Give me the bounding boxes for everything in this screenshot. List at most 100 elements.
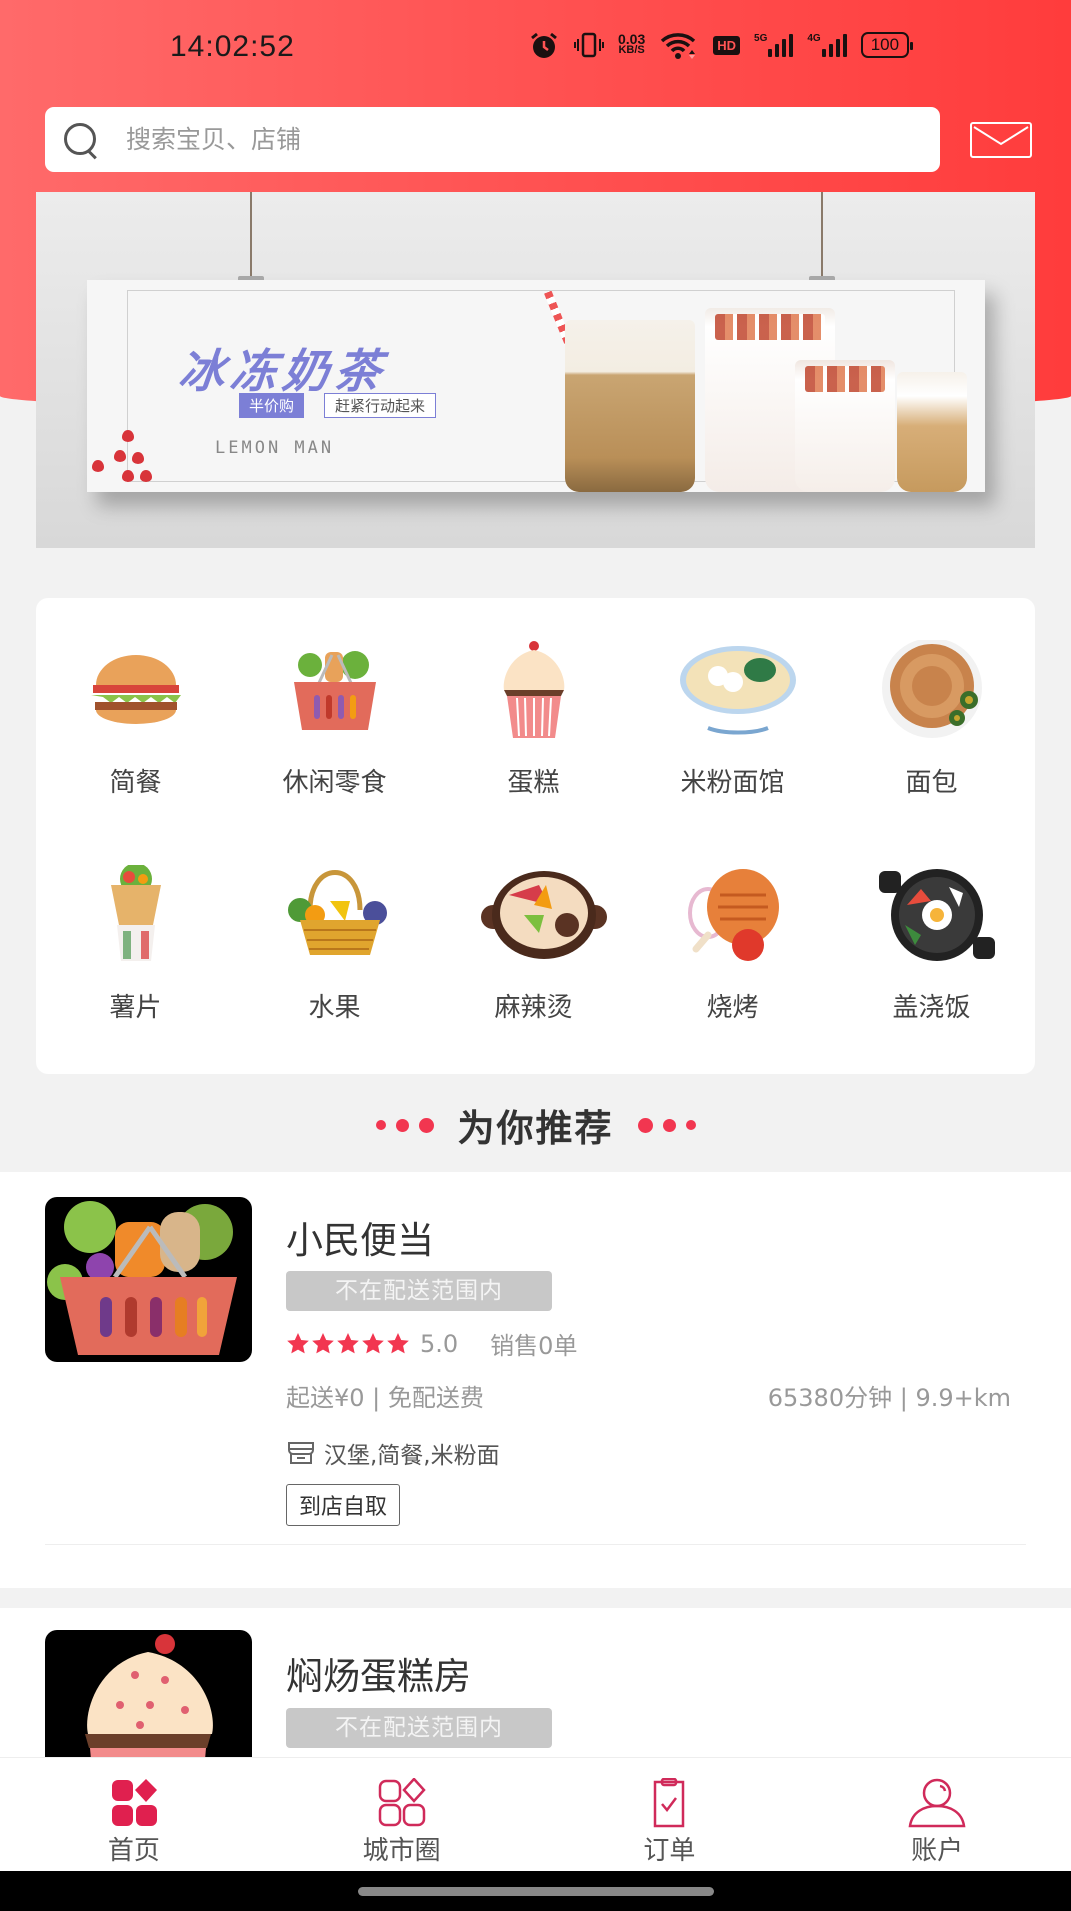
shop-rating: 5.0 销售0单	[286, 1326, 577, 1361]
promo-banner[interactable]: 冰冻奶茶 半价购 赶紧行动起来 LEMON MAN	[36, 192, 1035, 548]
home-screen: 14:02:52 0.03 KB/S HD 5G 4G 100 搜索宝贝、店铺 …	[0, 0, 1071, 1911]
shop-card[interactable]: 小民便当 不在配送范围内 5.0 销售0单 起送¥0 | 免配送费 65380分…	[0, 1172, 1071, 1588]
shop-cuisine: 汉堡,简餐,米粉面	[286, 1436, 500, 1470]
milk-tea-cup-image	[897, 372, 967, 492]
net-speed: 0.03 KB/S	[618, 31, 646, 56]
signal-4g-icon: 4G	[807, 33, 847, 57]
sales-count: 销售0单	[490, 1332, 578, 1360]
category-label: 烧烤	[706, 993, 759, 1023]
category-item[interactable]: 米粉面馆	[633, 640, 832, 799]
shop-thumbnail	[45, 1630, 252, 1760]
recommend-header: 为你推荐	[0, 1100, 1071, 1150]
rice-pan-icon	[877, 865, 995, 965]
category-item[interactable]: 薯片	[36, 863, 235, 1024]
home-grid-icon	[103, 1778, 165, 1828]
search-bar[interactable]	[45, 107, 940, 172]
banner-clip	[238, 192, 264, 286]
delivery-status-badge: 不在配送范围内	[286, 1271, 552, 1311]
tab-account[interactable]: 账户	[803, 1758, 1071, 1871]
category-label: 麻辣烫	[494, 993, 573, 1023]
bottom-tab-bar: 首页 城市圈 订单 账户	[0, 1757, 1071, 1871]
tab-orders[interactable]: 订单	[536, 1758, 804, 1871]
mail-icon[interactable]	[970, 122, 1032, 158]
category-label: 水果	[308, 993, 361, 1023]
search-icon	[61, 120, 101, 160]
delivery-fee-info: 起送¥0 | 免配送费	[286, 1384, 484, 1412]
star-icon	[362, 1332, 384, 1353]
tab-label: 订单	[643, 1836, 696, 1866]
dots-decoration	[375, 1117, 434, 1133]
status-time: 14:02:52	[170, 30, 295, 63]
banner-card: 冰冻奶茶 半价购 赶紧行动起来 LEMON MAN	[87, 280, 985, 492]
alarm-icon	[528, 30, 560, 60]
category-label: 面包	[905, 768, 958, 798]
hd-voice-icon: HD	[713, 35, 741, 55]
delivery-status-badge: 不在配送范围内	[286, 1708, 552, 1748]
tab-label: 城市圈	[362, 1836, 441, 1866]
status-bar: 14:02:52 0.03 KB/S HD 5G 4G 100	[0, 24, 1071, 74]
star-icon	[387, 1332, 409, 1353]
star-icon	[287, 1332, 309, 1353]
burger-icon	[81, 640, 191, 740]
milk-tea-cup-image	[565, 320, 695, 492]
category-label: 米粉面馆	[680, 768, 785, 798]
shop-thumbnail	[45, 1197, 252, 1362]
tab-label: 首页	[107, 1836, 160, 1866]
rating-score: 5.0	[420, 1329, 459, 1358]
shop-name: 小民便当	[286, 1219, 434, 1262]
category-item[interactable]: 蛋糕	[434, 640, 633, 799]
banner-subtitle: LEMON MAN	[215, 438, 335, 458]
banner-clip	[809, 192, 835, 286]
category-item[interactable]: 简餐	[36, 640, 235, 799]
category-label: 薯片	[109, 993, 162, 1023]
bbq-icon	[678, 865, 788, 965]
recommend-title: 为你推荐	[457, 1107, 614, 1150]
shop-name: 焖炀蛋糕房	[286, 1655, 471, 1698]
flatbread-icon	[877, 638, 987, 740]
eta-distance: 65380分钟 | 9.9+km	[767, 1384, 1011, 1412]
tab-home[interactable]: 首页	[0, 1758, 268, 1871]
category-item[interactable]: 麻辣烫	[434, 865, 633, 1024]
milk-tea-cup-image	[795, 360, 895, 492]
category-item[interactable]: 休闲零食	[235, 640, 434, 799]
dots-decoration	[637, 1117, 696, 1133]
status-icons: 0.03 KB/S HD 5G 4G 100	[528, 30, 914, 60]
fruit-basket-icon	[280, 865, 390, 965]
hotpot-icon	[479, 865, 607, 965]
wrap-icon	[81, 863, 191, 965]
star-icon	[337, 1332, 359, 1353]
category-item[interactable]: 烧烤	[633, 865, 832, 1024]
category-label: 休闲零食	[282, 768, 387, 798]
shop-card[interactable]: 焖炀蛋糕房 不在配送范围内	[0, 1608, 1071, 1760]
search-input[interactable]	[126, 125, 906, 154]
tab-label: 账户	[911, 1836, 964, 1866]
category-label: 蛋糕	[507, 768, 560, 798]
category-label: 盖浇饭	[892, 993, 971, 1023]
banner-title: 冰冻奶茶	[175, 344, 390, 398]
banner-tag-secondary: 赶紧行动起来	[324, 393, 437, 418]
category-label: 简餐	[109, 768, 162, 798]
strawberries-image	[92, 430, 172, 490]
battery-icon: 100	[860, 32, 914, 58]
account-user-icon	[906, 1778, 968, 1828]
star-icon	[312, 1332, 334, 1353]
banner-tag-primary: 半价购	[239, 393, 305, 418]
vibrate-icon	[574, 30, 604, 60]
category-item[interactable]: 面包	[832, 638, 1031, 799]
wifi-icon	[659, 30, 699, 60]
home-indicator[interactable]	[358, 1887, 714, 1896]
city-circle-icon	[371, 1777, 433, 1828]
star-rating	[286, 1332, 410, 1356]
snack-basket-icon	[280, 640, 390, 740]
noodle-bowl-icon	[678, 640, 796, 740]
store-icon	[288, 1442, 314, 1464]
category-item[interactable]: 盖浇饭	[832, 865, 1031, 1024]
cupcake-icon	[479, 640, 589, 740]
category-grid: 简餐 休闲零食 蛋糕 米粉面馆 面包 薯片 水果 麻辣烫 烧烤 盖浇饭	[36, 598, 1035, 1074]
pickup-tag: 到店自取	[286, 1484, 401, 1526]
category-item[interactable]: 水果	[235, 865, 434, 1024]
signal-5g-icon: 5G	[754, 33, 794, 57]
cuisine-text: 汉堡,简餐,米粉面	[324, 1443, 500, 1469]
divider	[45, 1544, 1026, 1545]
tab-city-circle[interactable]: 城市圈	[268, 1758, 536, 1871]
